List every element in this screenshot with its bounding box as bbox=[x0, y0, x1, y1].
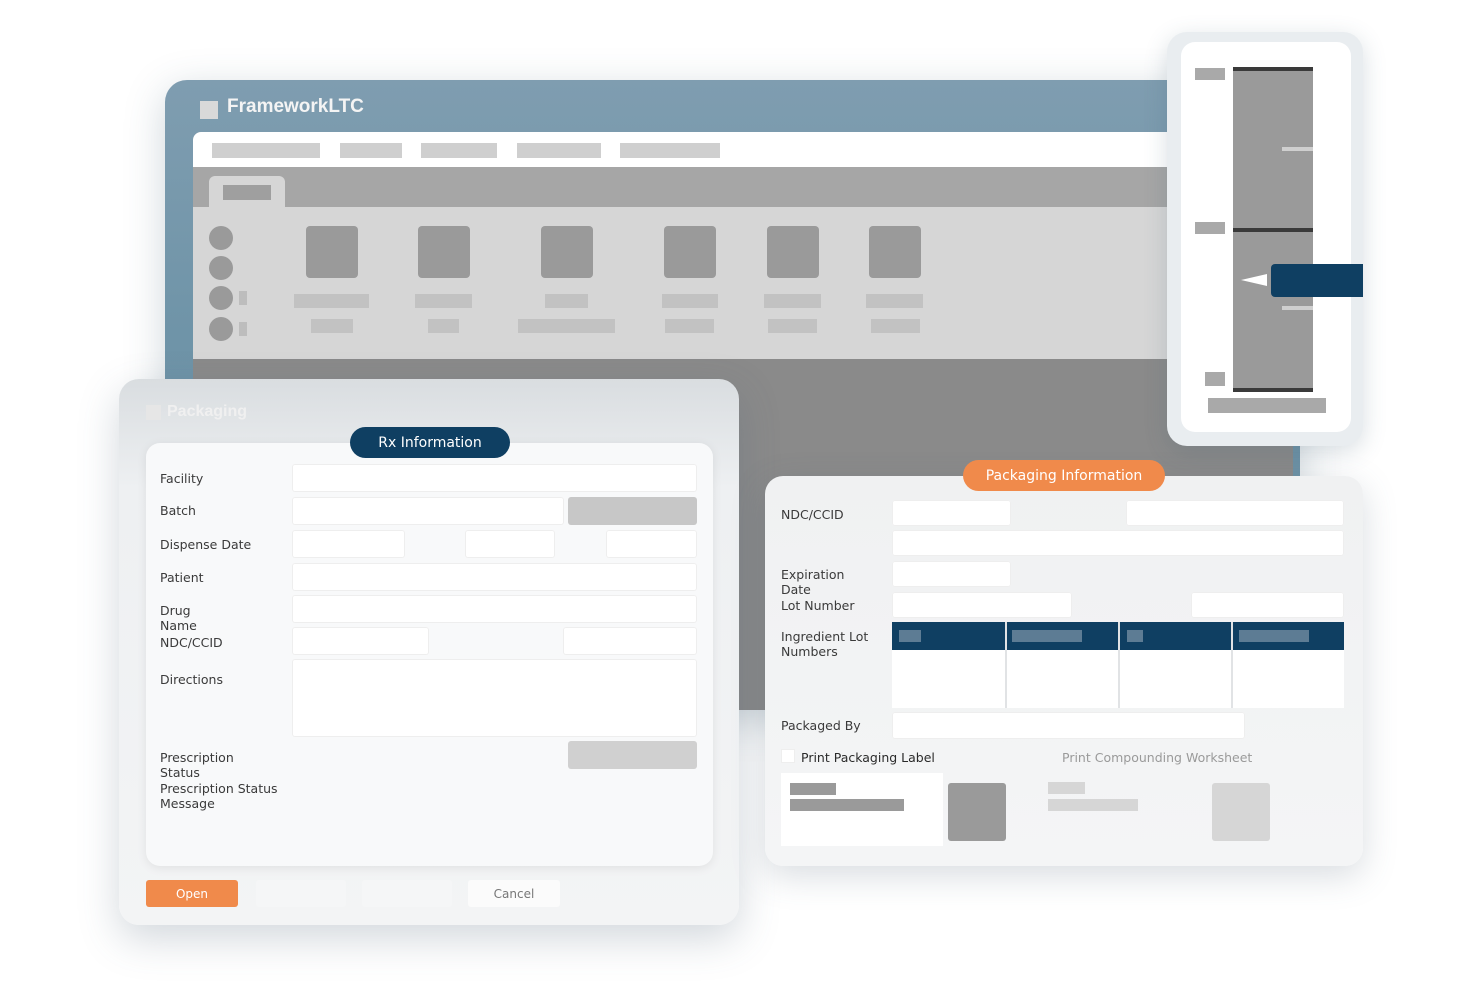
blank-button-2[interactable] bbox=[362, 880, 452, 907]
menu-item-1[interactable] bbox=[212, 143, 320, 158]
prescription-status-button[interactable] bbox=[568, 741, 697, 769]
menu-item-5[interactable] bbox=[620, 143, 720, 158]
drug-name-field[interactable] bbox=[292, 595, 697, 623]
timeline-segment bbox=[1233, 228, 1313, 392]
dialog-icon bbox=[146, 405, 161, 420]
pi-description-field[interactable] bbox=[892, 530, 1344, 556]
packaging-information-header: Packaging Information bbox=[963, 460, 1165, 491]
dispense-date-label: Dispense Date bbox=[160, 537, 252, 552]
expiration-date-label: Expiration Date bbox=[781, 567, 845, 597]
batch-lookup-button[interactable] bbox=[568, 497, 697, 525]
packaged-by-field[interactable] bbox=[892, 712, 1245, 739]
pi-ndc-ccid-field[interactable] bbox=[892, 500, 1011, 526]
ingredient-cell[interactable] bbox=[892, 650, 1005, 708]
patient-field[interactable] bbox=[292, 563, 697, 591]
blank-button-1[interactable] bbox=[256, 880, 346, 907]
batch-label: Batch bbox=[160, 503, 196, 518]
directions-label: Directions bbox=[160, 672, 223, 687]
side-panel-content bbox=[1181, 42, 1351, 432]
print-compounding-worksheet[interactable]: Print Compounding Worksheet bbox=[1062, 750, 1252, 765]
lot-number-label: Lot Number bbox=[781, 598, 855, 613]
tab-strip bbox=[193, 167, 1293, 207]
ingredient-cell[interactable] bbox=[1007, 650, 1118, 708]
print-packaging-label[interactable]: Print Packaging Label bbox=[801, 750, 935, 765]
compounding-worksheet-print-icon[interactable] bbox=[1212, 783, 1270, 841]
cancel-button[interactable]: Cancel bbox=[468, 880, 560, 907]
ingredient-cell[interactable] bbox=[1120, 650, 1231, 708]
ribbon-button-icon[interactable] bbox=[869, 226, 921, 278]
pi-ndc-ccid-label: NDC/CCID bbox=[781, 507, 844, 522]
dispense-date-field[interactable] bbox=[292, 530, 405, 558]
pi-ndc-ccid-field-2[interactable] bbox=[1126, 500, 1344, 526]
app-logo-icon bbox=[200, 101, 218, 119]
ribbon bbox=[193, 207, 1293, 359]
ingredient-lot-numbers-label: Ingredient Lot Numbers bbox=[781, 629, 869, 659]
rx-information-header: Rx Information bbox=[350, 427, 510, 458]
expiration-date-field[interactable] bbox=[892, 561, 1011, 587]
app-title: FrameworkLTC bbox=[227, 96, 364, 117]
open-button[interactable]: Open bbox=[146, 880, 238, 907]
directions-field[interactable] bbox=[292, 659, 697, 737]
patient-label: Patient bbox=[160, 570, 204, 585]
menu-item-4[interactable] bbox=[517, 143, 601, 158]
menu-item-2[interactable] bbox=[340, 143, 402, 158]
dispense-date-field-2[interactable] bbox=[465, 530, 555, 558]
packaged-by-label: Packaged By bbox=[781, 718, 861, 733]
ingredient-cell[interactable] bbox=[1233, 650, 1344, 708]
ribbon-button-icon[interactable] bbox=[418, 226, 470, 278]
prescription-status-label: Prescription Status bbox=[160, 750, 234, 780]
tab-label-placeholder bbox=[223, 185, 271, 200]
prescription-status-message-label: Prescription Status Message bbox=[160, 781, 278, 811]
menu-item-3[interactable] bbox=[421, 143, 497, 158]
ribbon-dot-icon[interactable] bbox=[209, 286, 233, 310]
lot-number-field[interactable] bbox=[892, 592, 1072, 618]
ndc-ccid-field-2[interactable] bbox=[563, 627, 697, 655]
dispense-date-field-3[interactable] bbox=[606, 530, 697, 558]
dialog-title: Packaging bbox=[167, 403, 248, 420]
menu-bar bbox=[193, 132, 1293, 167]
ribbon-button-icon[interactable] bbox=[664, 226, 716, 278]
drug-name-label: Drug Name bbox=[160, 603, 197, 633]
ribbon-dot-icon[interactable] bbox=[209, 317, 233, 341]
side-panel-handle[interactable] bbox=[1271, 264, 1363, 297]
side-panel bbox=[1167, 32, 1363, 446]
ribbon-dot-icon[interactable] bbox=[209, 226, 233, 250]
ndc-ccid-field[interactable] bbox=[292, 627, 429, 655]
ribbon-button-icon[interactable] bbox=[767, 226, 819, 278]
ribbon-button-icon[interactable] bbox=[541, 226, 593, 278]
packaging-label-preview bbox=[781, 773, 943, 846]
ndc-ccid-label: NDC/CCID bbox=[160, 635, 223, 650]
packaging-label-print-icon[interactable] bbox=[948, 783, 1006, 841]
lot-number-field-2[interactable] bbox=[1191, 592, 1344, 618]
facility-label: Facility bbox=[160, 471, 204, 486]
batch-field[interactable] bbox=[292, 497, 564, 525]
pointer-icon bbox=[1241, 274, 1267, 286]
facility-field[interactable] bbox=[292, 464, 697, 492]
print-packaging-label-checkbox[interactable] bbox=[781, 749, 795, 763]
ribbon-dot-icon[interactable] bbox=[209, 256, 233, 280]
ribbon-button-icon[interactable] bbox=[306, 226, 358, 278]
